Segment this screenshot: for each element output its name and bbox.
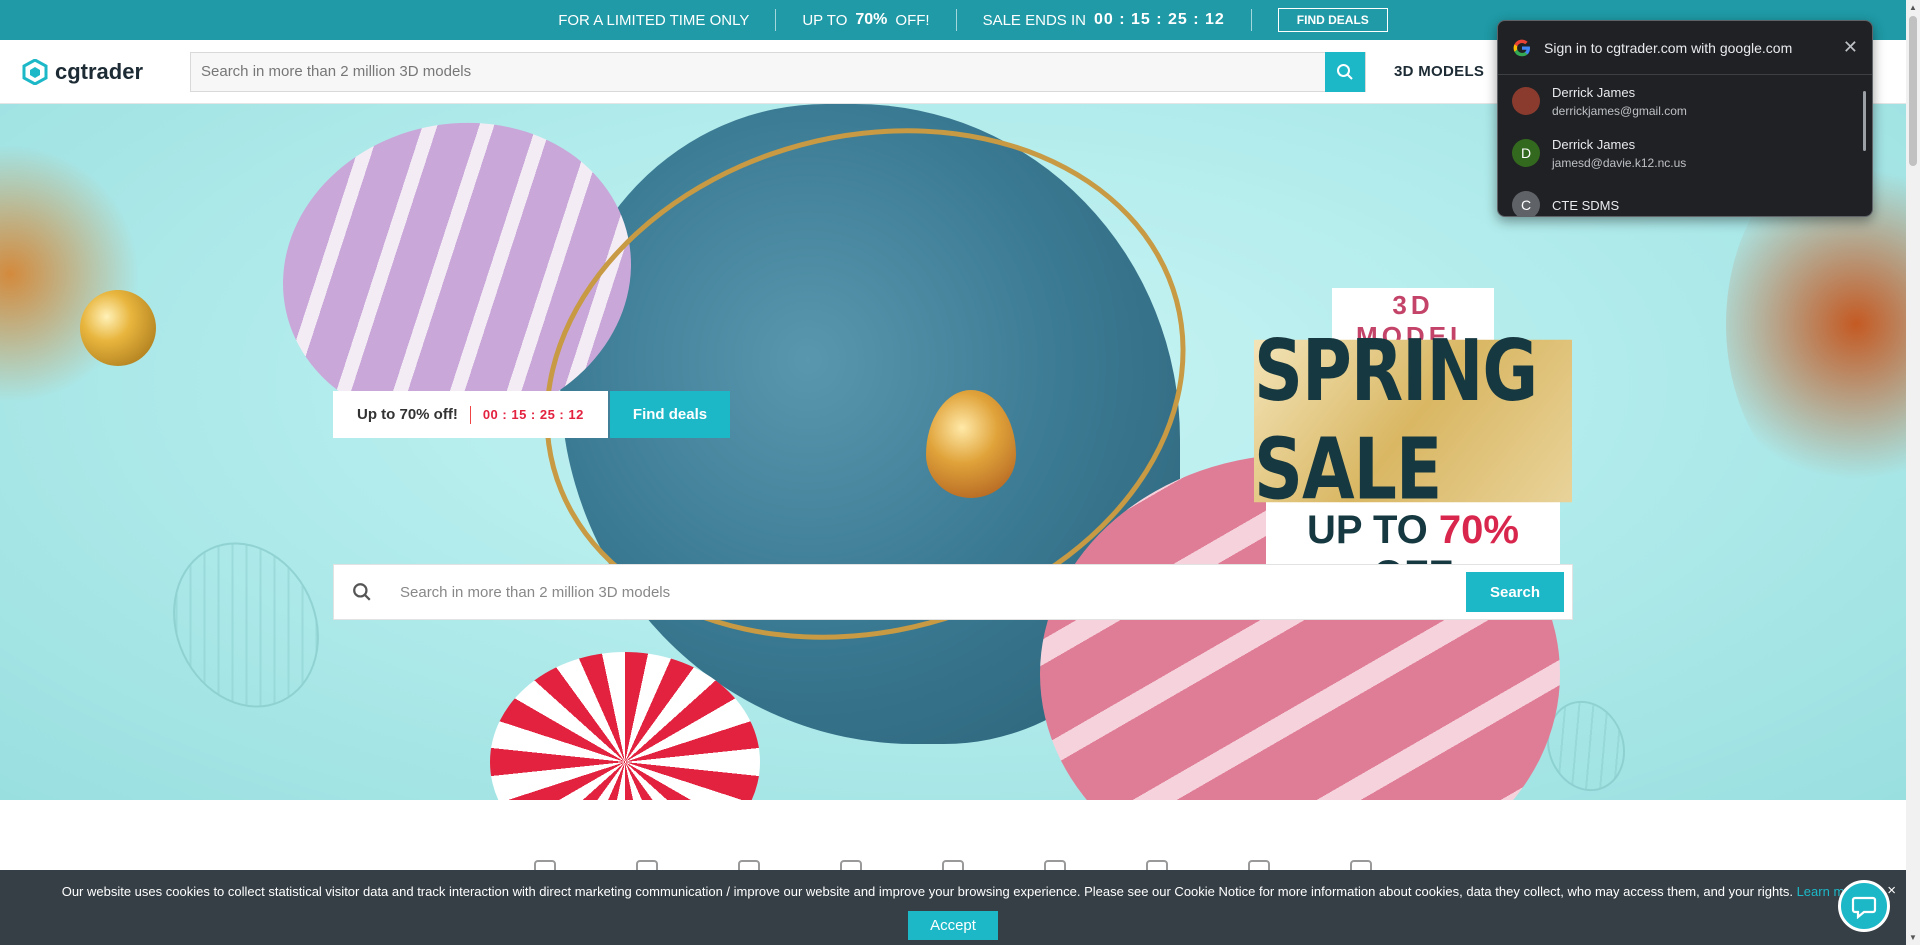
cookie-message-text: Our website uses cookies to collect stat… (61, 884, 1793, 899)
avatar: D (1512, 139, 1540, 167)
hero-find-deals-button[interactable]: Find deals (610, 391, 730, 438)
cookie-message: Our website uses cookies to collect stat… (0, 870, 1906, 899)
spring-sale-badge: 3D MODEL SPRING SALE UP TO 70% OFF (1254, 288, 1572, 604)
account-email: jamesd@davie.k12.nc.us (1552, 155, 1687, 170)
google-logo-icon (1513, 39, 1530, 56)
header-search-input[interactable]: Search in more than 2 million 3D models (191, 63, 1325, 80)
account-name: Derrick James (1552, 136, 1636, 152)
hero-search: Search in more than 2 million 3D models … (333, 564, 1573, 620)
logo-text: cgtrader (55, 58, 144, 84)
promo-sale-ends-label: SALE ENDS IN (982, 11, 1086, 29)
scroll-up-arrow-icon[interactable]: ▲ (1909, 3, 1917, 12)
scroll-down-arrow-icon[interactable]: ▼ (1909, 933, 1917, 942)
category-strip (0, 800, 1906, 882)
hero-offer-text: Up to 70% off! (357, 406, 458, 423)
nav-3d-models[interactable]: 3D MODELS (1394, 63, 1484, 80)
decor-gold-ball (80, 290, 156, 366)
avatar: C (1512, 191, 1540, 216)
promo-divider (1250, 9, 1252, 31)
cookie-banner: Our website uses cookies to collect stat… (0, 870, 1906, 945)
hero-offer-divider (469, 405, 471, 424)
header-search: Search in more than 2 million 3D models (190, 51, 1366, 92)
google-popup-title: Sign in to cgtrader.com with google.com (1544, 39, 1793, 56)
google-account-item[interactable]: Derrick James derrickjames@gmail.com (1498, 75, 1872, 127)
search-icon (334, 582, 390, 602)
promo-discount: UP TO 70% OFF! (776, 11, 955, 29)
hero-offer-timer: 00 : 15 : 25 : 12 (482, 407, 584, 422)
header-search-button[interactable] (1325, 51, 1365, 92)
cookie-accept-button[interactable]: Accept (908, 911, 998, 940)
google-popup-scrollbar[interactable] (1863, 91, 1866, 151)
sale-title: SPRING SALE (1254, 322, 1572, 520)
google-account-item[interactable]: C CTE SDMS (1498, 179, 1872, 216)
promo-find-deals-button[interactable]: FIND DEALS (1277, 8, 1388, 32)
google-popup-header: Sign in to cgtrader.com with google.com … (1498, 21, 1872, 75)
promo-upto-prefix: UP TO (802, 11, 848, 29)
scroll-thumb[interactable] (1909, 16, 1917, 166)
promo-countdown: SALE ENDS IN 00 : 15 : 25 : 12 (957, 11, 1251, 29)
cgtrader-logo-icon (22, 58, 48, 85)
account-email: derrickjames@gmail.com (1552, 103, 1687, 118)
cookie-learn-more-link[interactable]: Learn m (1797, 884, 1845, 899)
chat-button[interactable] (1838, 880, 1890, 932)
close-icon[interactable]: ✕ (1843, 37, 1858, 58)
promo-limited-text: FOR A LIMITED TIME ONLY (558, 11, 750, 29)
decor-outline-egg (146, 518, 346, 732)
account-name: Derrick James (1552, 84, 1636, 100)
google-account-list: Derrick James derrickjames@gmail.com D Derr… (1498, 75, 1872, 216)
search-icon (1337, 63, 1353, 80)
logo[interactable]: cgtrader (22, 58, 168, 85)
promo-timer: 00 : 15 : 25 : 12 (1093, 11, 1225, 28)
account-name: CTE SDMS (1552, 197, 1620, 213)
google-signin-popup: Sign in to cgtrader.com with google.com … (1497, 20, 1873, 217)
hero-search-button[interactable]: Search (1466, 572, 1564, 612)
avatar (1512, 87, 1540, 115)
google-account-item[interactable]: D Derrick James jamesd@davie.k12.nc.us (1498, 127, 1872, 179)
promo-upto-suffix: OFF! (895, 11, 930, 29)
promo-upto-value: 70% (855, 11, 888, 28)
hero-offer-pill: Up to 70% off! 00 : 15 : 25 : 12 (333, 391, 608, 438)
hero-search-input[interactable]: Search in more than 2 million 3D models (390, 584, 1466, 601)
promo-limited: FOR A LIMITED TIME ONLY (532, 12, 775, 29)
chat-icon (1851, 896, 1877, 919)
page-scrollbar[interactable]: ▲ ▼ (1906, 0, 1920, 945)
